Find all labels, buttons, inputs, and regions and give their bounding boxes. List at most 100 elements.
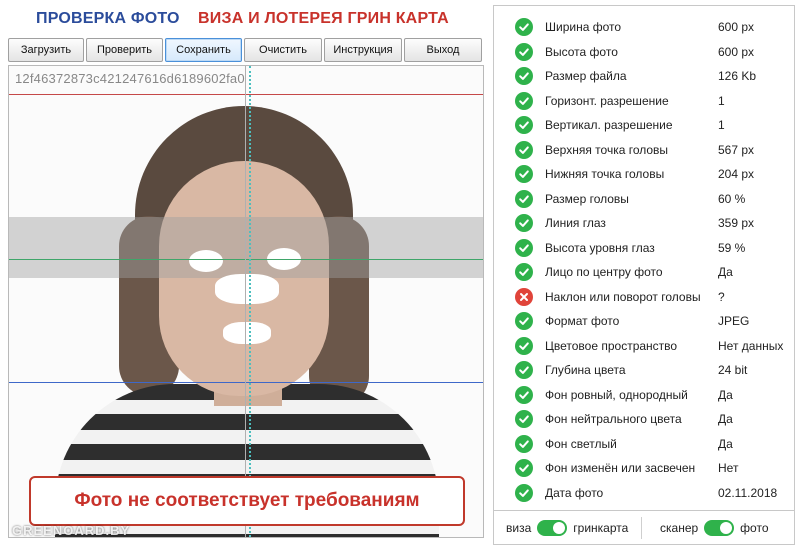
check-icon (515, 189, 533, 208)
result-label: Высота уровня глаз (545, 240, 655, 255)
check-icon (515, 91, 533, 110)
result-label: Дата фото (545, 485, 604, 500)
exit-button[interactable]: Выход (404, 38, 482, 62)
source-toggle-group: сканер фото (660, 511, 769, 545)
result-label: Горизонт. разрешение (545, 93, 669, 108)
check-icon (515, 165, 533, 184)
mode-toggle-switch[interactable] (537, 520, 568, 536)
chin-line (9, 382, 483, 383)
result-value: 126 Kb (718, 69, 757, 84)
check-button[interactable]: Проверить (86, 38, 163, 62)
watermark: GREENOARD.BY (12, 523, 131, 538)
toggles-bar: виза гринкарта сканер фото (493, 511, 795, 545)
result-value: 359 px (718, 216, 755, 231)
result-label: Глубина цвета (545, 363, 626, 378)
result-row: Высота уровня глаз 59 % (494, 236, 794, 261)
result-row: Фон ровный, однородный Да (494, 383, 794, 408)
cross-icon (515, 287, 533, 306)
result-label: Формат фото (545, 314, 620, 329)
check-icon (515, 434, 533, 453)
result-row: Размер файла 126 Kb (494, 64, 794, 89)
result-row: Фон светлый Да (494, 432, 794, 457)
check-icon (515, 67, 533, 86)
result-value: Да (718, 436, 733, 451)
results-panel: Ширина фото 600 px Высота фото 600 px Размер… (493, 5, 795, 511)
result-row: Фон изменён или засвечен Нет (494, 456, 794, 481)
clear-button[interactable]: Очистить (244, 38, 322, 62)
toggles-divider (641, 517, 642, 539)
result-value: 204 px (718, 167, 755, 182)
check-icon (515, 238, 533, 257)
result-label: Линия глаз (545, 216, 606, 231)
mode-toggle-knob (553, 522, 566, 534)
source-scanner-label: сканер (660, 521, 699, 535)
result-label: Фон ровный, однородный (545, 387, 688, 402)
result-row: Линия глаз 359 px (494, 211, 794, 236)
result-value: 02.11.2018 (718, 485, 778, 500)
result-value: 24 bit (718, 363, 748, 378)
mode-greencard-label: гринкарта (573, 521, 629, 535)
result-row: Нижняя точка головы 204 px (494, 162, 794, 187)
title-visa-lottery: ВИЗА И ЛОТЕРЕЯ ГРИН КАРТА (198, 10, 449, 27)
check-icon (515, 214, 533, 233)
check-icon (515, 116, 533, 135)
app-window: ПРОВЕРКА ФОТО ВИЗА И ЛОТЕРЕЯ ГРИН КАРТА … (0, 0, 800, 551)
check-icon (515, 42, 533, 61)
check-icon (515, 385, 533, 404)
result-value: Да (718, 412, 733, 427)
check-icon (515, 140, 533, 159)
top-limit-line (9, 94, 483, 95)
check-icon (515, 361, 533, 380)
nose-mask (215, 274, 279, 304)
result-row: Горизонт. разрешение 1 (494, 89, 794, 114)
result-value: 600 px (718, 20, 755, 35)
instruction-button[interactable]: Инструкция (324, 38, 402, 62)
result-label: Фон нейтрального цвета (545, 412, 682, 427)
load-button[interactable]: Загрузить (8, 38, 84, 62)
result-value: Нет данных (718, 338, 784, 353)
photo-hash: 12f46372873c421247616d6189602fa0 (15, 71, 245, 86)
result-alert: Фото не соответствует требованиям (29, 476, 465, 526)
check-icon (515, 312, 533, 331)
result-row: Наклон или поворот головы? (494, 285, 794, 310)
result-label: Высота фото (545, 44, 618, 59)
result-label: Фон изменён или засвечен (545, 461, 696, 476)
check-icon (515, 410, 533, 429)
result-row: Цветовое пространство Нет данных (494, 334, 794, 359)
result-label: Нижняя точка головы (545, 167, 665, 182)
mode-toggle-group: виза гринкарта (506, 511, 628, 545)
photo-preview[interactable]: 12f46372873c421247616d6189602fa0 Фото не… (8, 65, 484, 538)
result-label: Верхняя точка головы (545, 142, 669, 157)
result-row: Лицо по центру фото Да (494, 260, 794, 285)
result-row: Размер головы 60 % (494, 187, 794, 212)
result-value: Да (718, 265, 733, 280)
eye-mask-left (189, 250, 223, 272)
title-check-photo: ПРОВЕРКА ФОТО (36, 10, 180, 27)
result-value: 567 px (718, 142, 755, 157)
result-label: Лицо по центру фото (545, 265, 663, 280)
toolbar: Загрузить Проверить Сохранить Очистить И… (8, 38, 484, 62)
page-title: ПРОВЕРКА ФОТО ВИЗА И ЛОТЕРЕЯ ГРИН КАРТА (36, 10, 449, 30)
check-icon (515, 483, 533, 502)
eye-line (9, 259, 483, 260)
mouth-mask (223, 322, 271, 344)
result-value: JPEG (718, 314, 750, 329)
check-icon (515, 459, 533, 478)
check-icon (515, 336, 533, 355)
result-value: 600 px (718, 44, 755, 59)
result-row: Ширина фото 600 px (494, 15, 794, 40)
result-row: Фон нейтрального цвета Да (494, 407, 794, 432)
result-value: 60 % (718, 191, 746, 206)
result-row: Высота фото 600 px (494, 40, 794, 65)
eye-zone-band (9, 217, 483, 278)
save-button[interactable]: Сохранить (165, 38, 242, 62)
result-row: Дата фото 02.11.2018 (494, 481, 794, 506)
check-icon (515, 263, 533, 282)
alert-text: Фото не соответствует требованиям (74, 490, 420, 511)
result-value: 1 (718, 93, 725, 108)
result-row: Глубина цвета 24 bit (494, 358, 794, 383)
source-toggle-knob (720, 522, 733, 534)
source-toggle-switch[interactable] (704, 520, 735, 536)
result-value: ? (718, 289, 725, 304)
center-line (245, 66, 246, 537)
